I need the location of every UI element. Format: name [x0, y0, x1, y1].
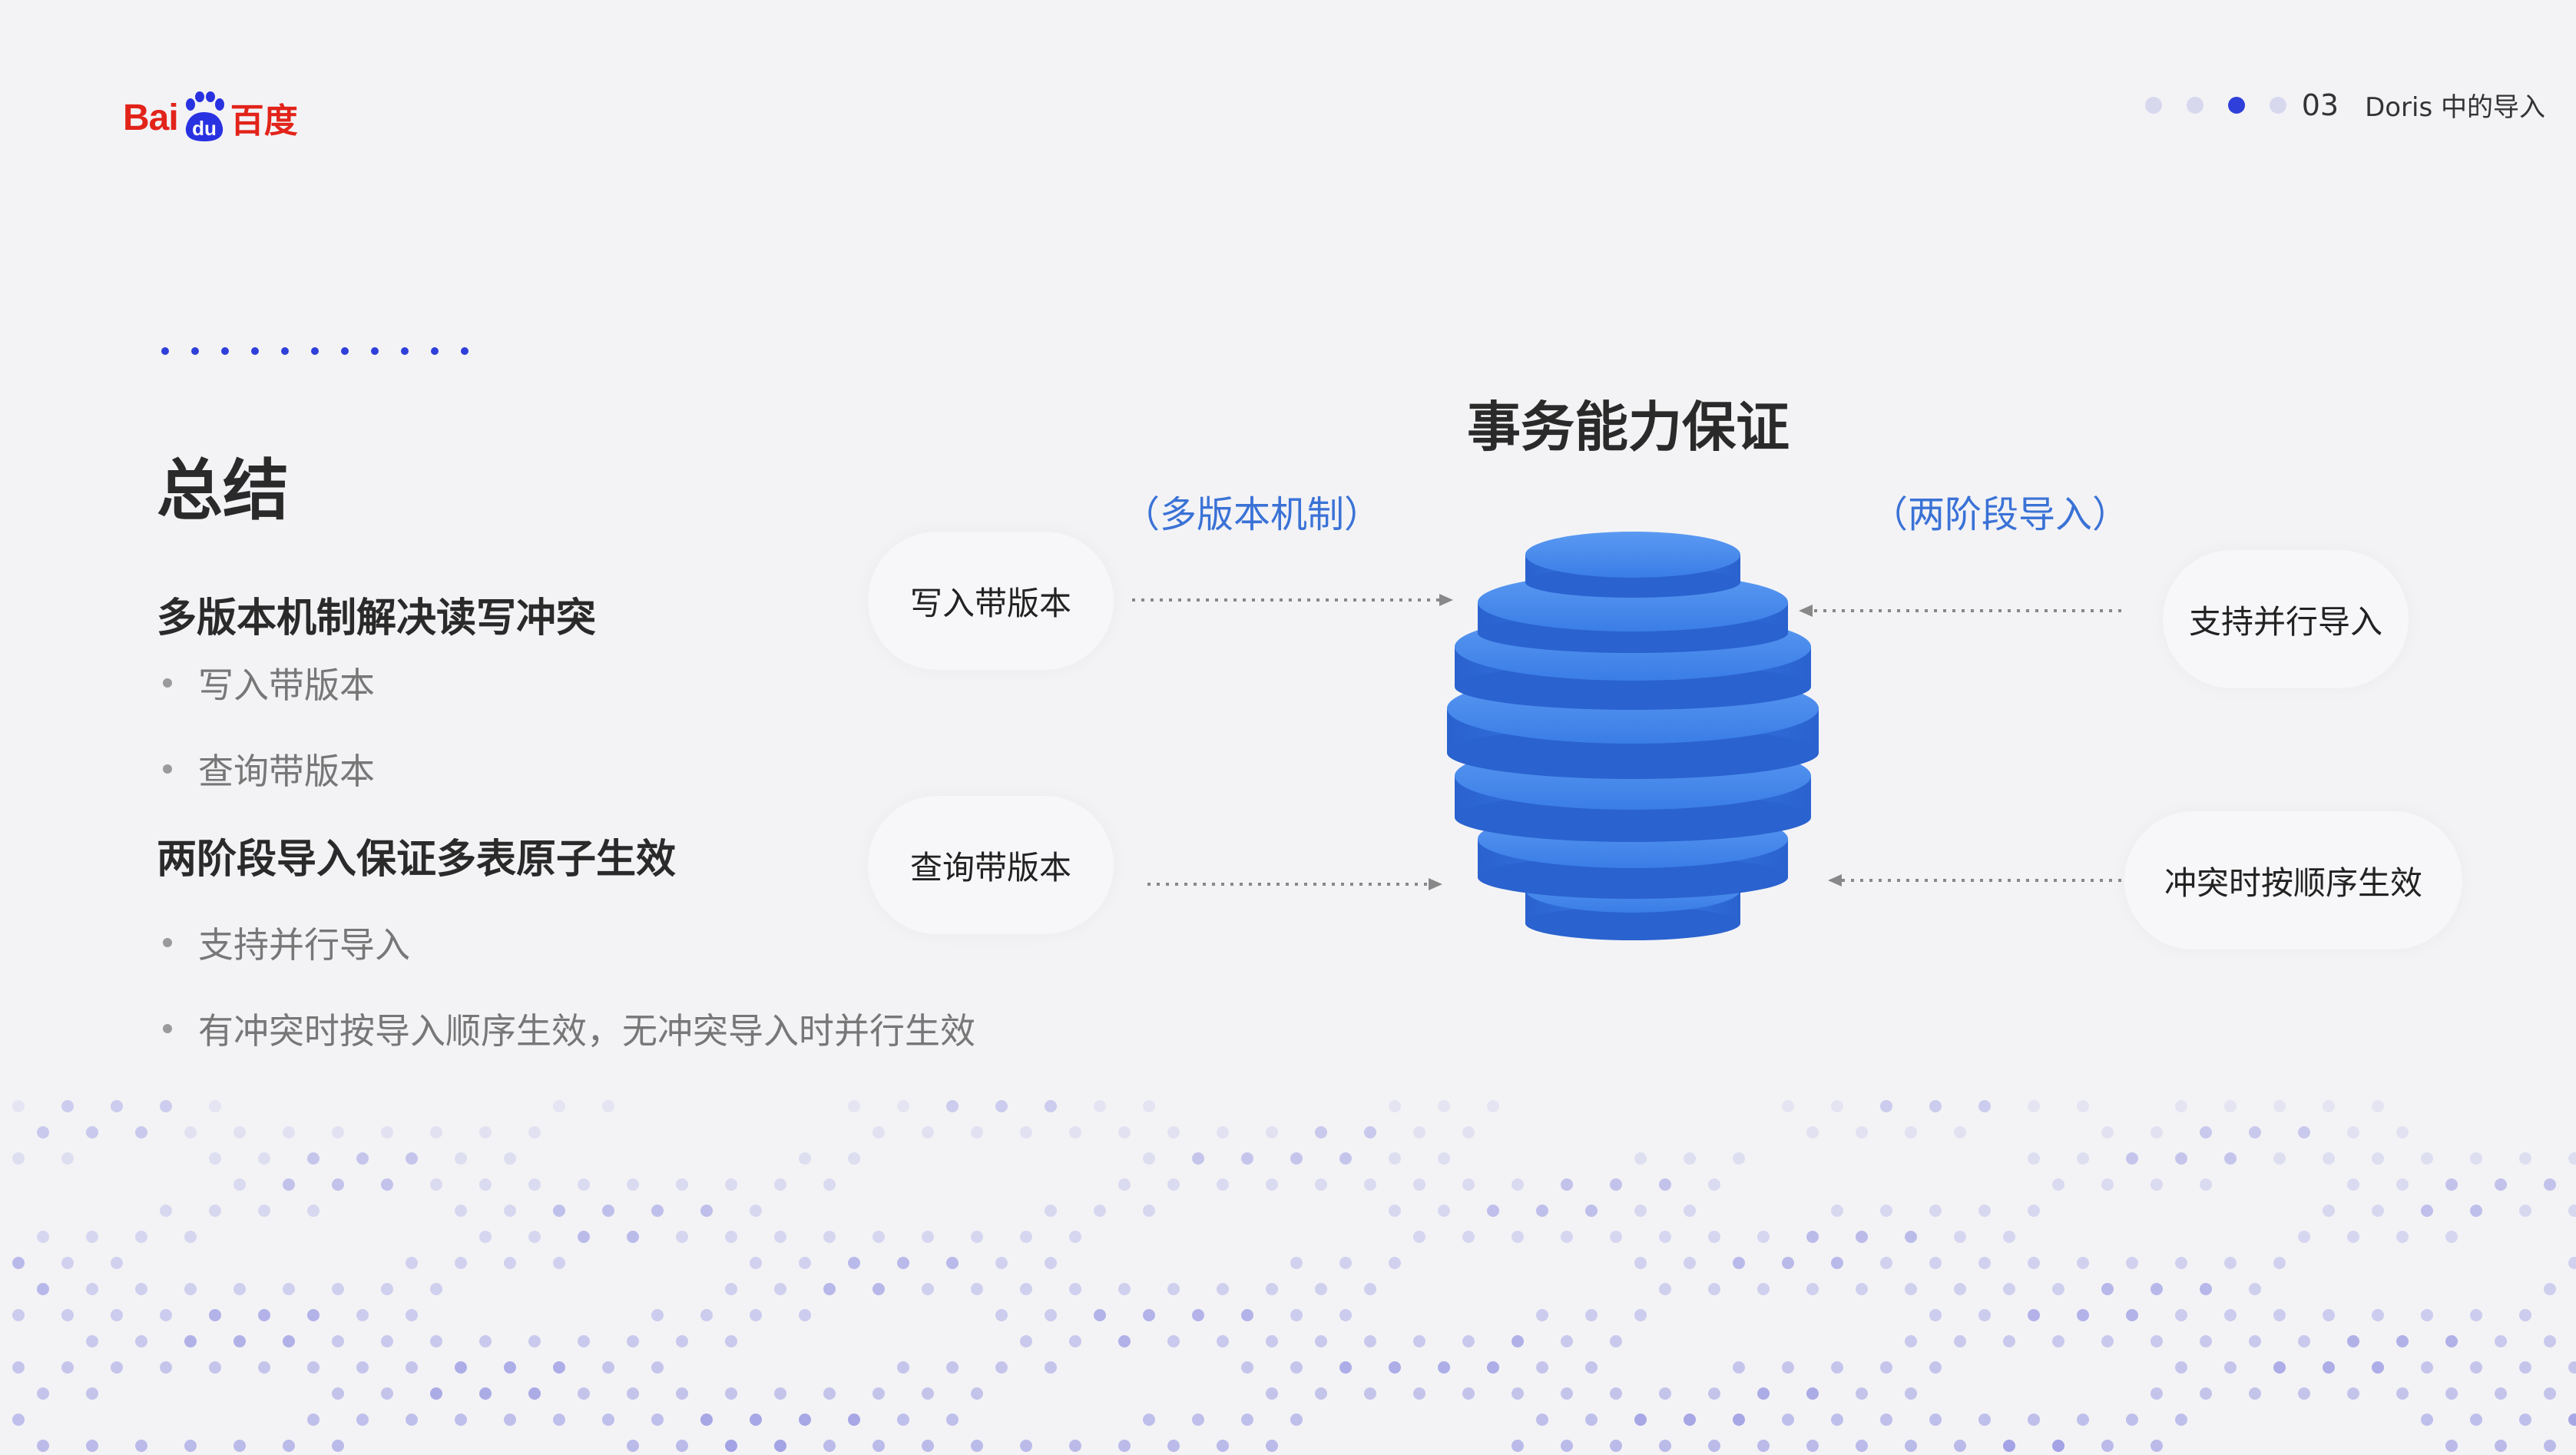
layered-sphere-icon [1447, 532, 1819, 940]
arrow-head [1429, 878, 1442, 890]
arrow-head [1799, 605, 1813, 617]
arrow-head [1439, 594, 1453, 606]
arrow-head [1828, 874, 1842, 887]
diagram-graphics [1132, 532, 2121, 940]
